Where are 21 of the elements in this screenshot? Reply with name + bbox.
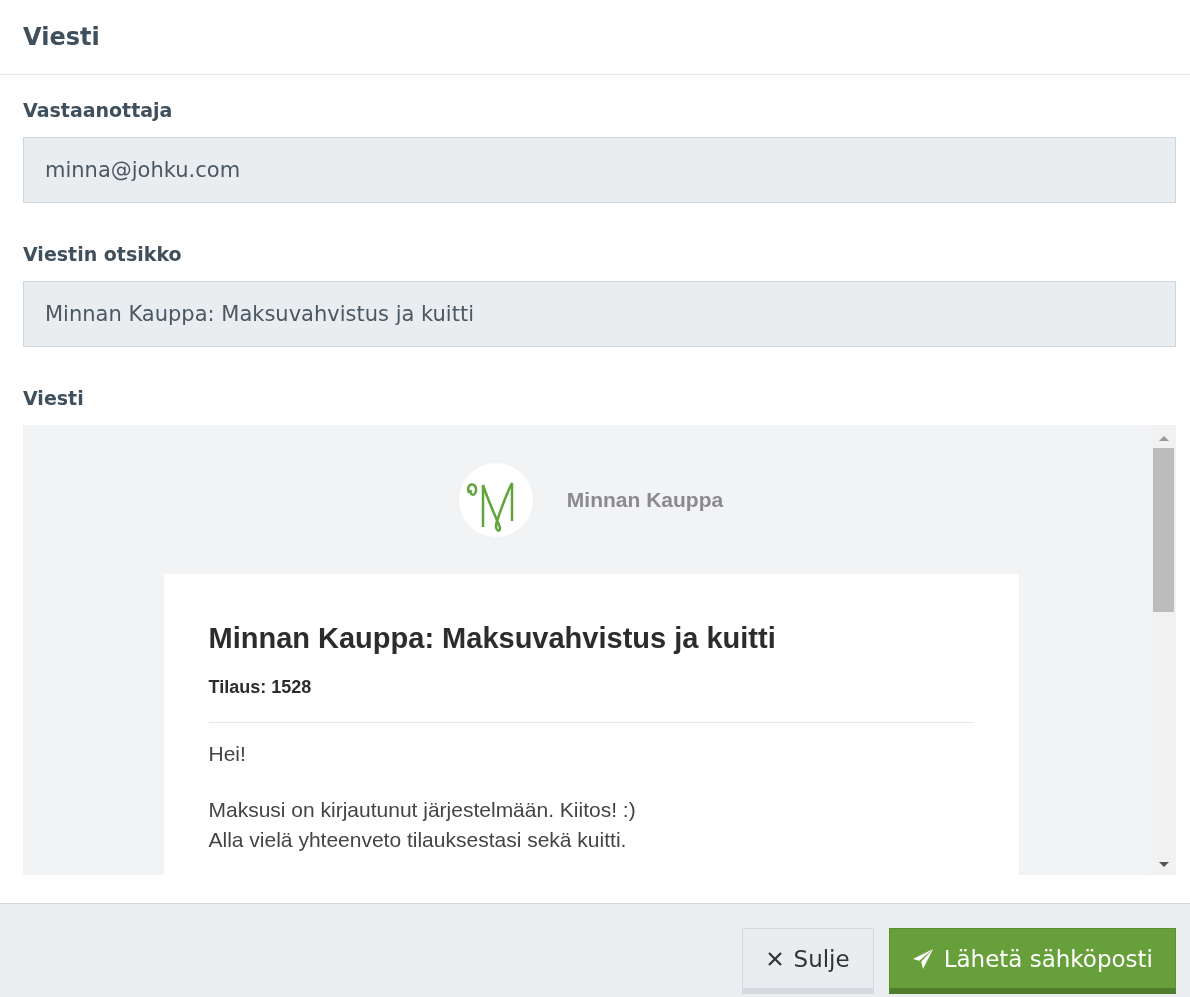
shop-name: Minnan Kauppa bbox=[566, 488, 724, 512]
field-label: Vastaanottaja bbox=[23, 99, 174, 123]
email-heading: Minnan Kauppa: Maksuvahvistus ja kuitti bbox=[208, 622, 777, 655]
email-text: Hei! bbox=[208, 741, 247, 767]
scroll-up-icon[interactable] bbox=[1157, 434, 1170, 442]
field-label: Viesti bbox=[23, 387, 85, 411]
close-button[interactable]: Sulje bbox=[741, 928, 874, 994]
order-number: Tilaus: 1528 bbox=[208, 677, 974, 723]
input-field[interactable]: Minnan Kauppa: Maksuvahvistus ja kuitti bbox=[23, 281, 1176, 347]
dialog-title: Viesti bbox=[23, 23, 100, 51]
send-button[interactable]: Lähetä sähköposti bbox=[888, 928, 1176, 994]
close-icon bbox=[765, 949, 784, 968]
email-text: Alla vielä yhteenveto tilauksestasi sekä kuitti. bbox=[208, 827, 628, 853]
input-field[interactable]: minna@johku.com bbox=[23, 137, 1176, 203]
field-label: Viestin otsikko bbox=[23, 243, 183, 267]
scroll-down-icon[interactable] bbox=[1157, 861, 1170, 869]
scrollbar[interactable] bbox=[1151, 425, 1176, 875]
scrollbar-thumb[interactable] bbox=[1153, 448, 1174, 612]
paper-plane-icon bbox=[911, 947, 934, 970]
logo-icon bbox=[458, 463, 533, 537]
email-text: Maksusi on kirjautunut järjestelmään. Kiitos! :) bbox=[208, 797, 637, 823]
